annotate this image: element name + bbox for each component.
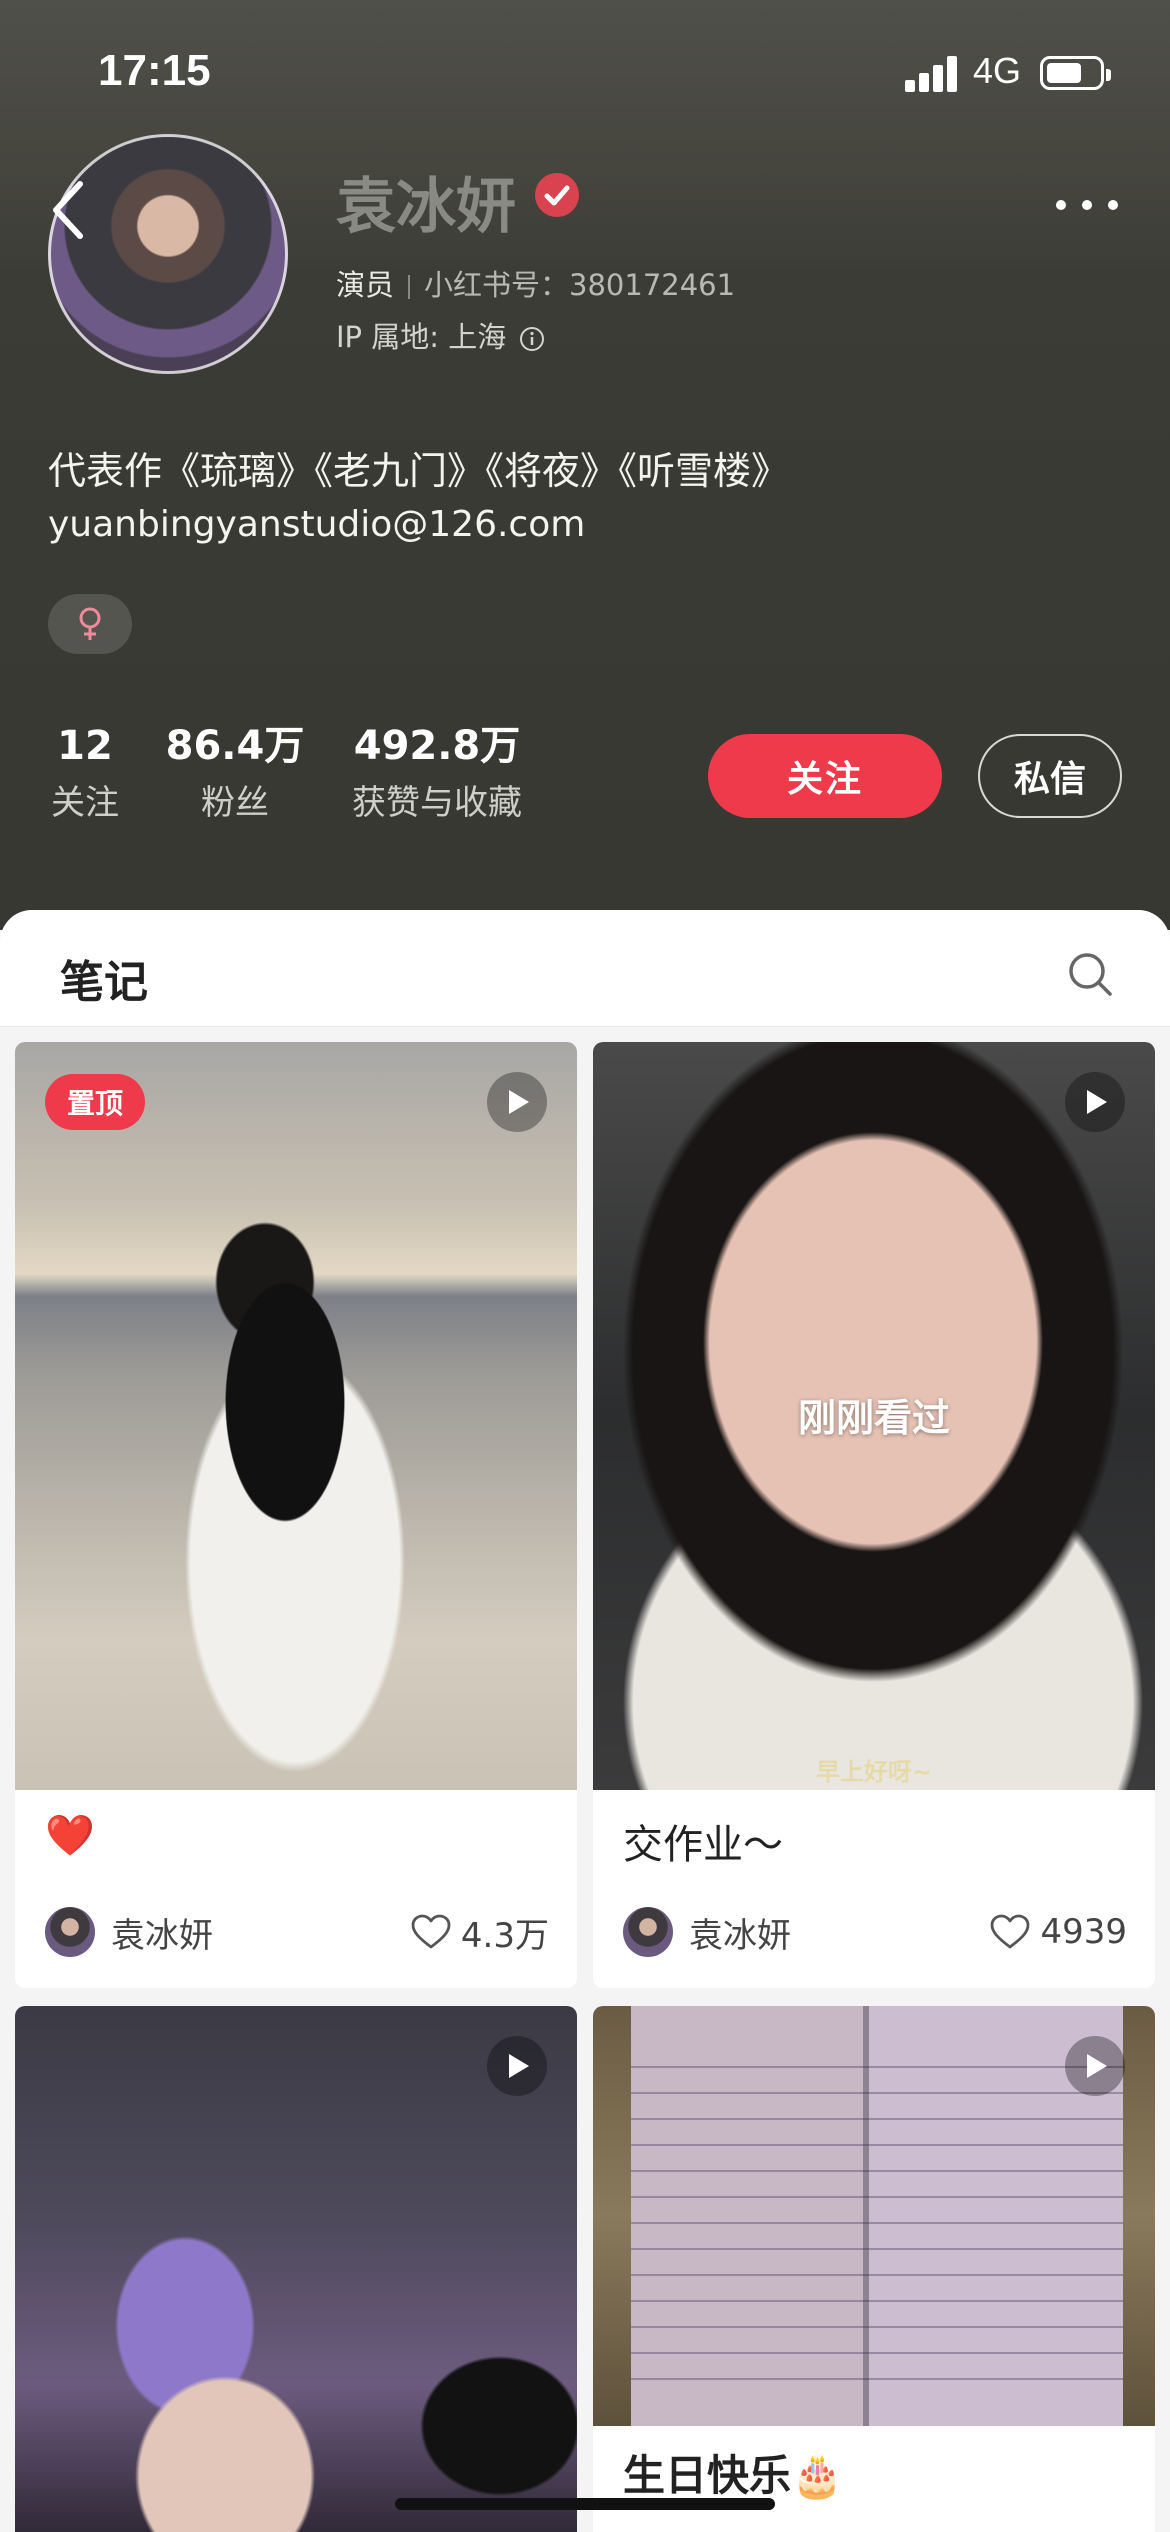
stat-value: 86.4万 bbox=[165, 723, 305, 769]
note-cover-image bbox=[15, 1042, 577, 1790]
note-cover-image bbox=[15, 2006, 577, 2532]
gender-tag bbox=[48, 594, 132, 654]
more-options-button[interactable] bbox=[1054, 190, 1124, 220]
video-play-icon bbox=[1065, 2036, 1125, 2096]
video-play-icon bbox=[487, 1072, 547, 1132]
notes-tabbar: 笔记 bbox=[0, 910, 1170, 1027]
recently-viewed-label: 刚刚看过 bbox=[797, 1396, 950, 1440]
message-button[interactable]: 私信 bbox=[978, 734, 1122, 818]
profile-role: 演员 bbox=[336, 268, 395, 302]
like-button[interactable]: 4939 bbox=[990, 1904, 1127, 1960]
ip-location-label: IP 属地: 上海 bbox=[336, 320, 507, 354]
stat-label: 获赞与收藏 bbox=[352, 783, 522, 823]
stat-following[interactable]: 12 关注 bbox=[48, 718, 122, 828]
video-play-icon bbox=[487, 2036, 547, 2096]
stat-label: 关注 bbox=[51, 783, 119, 823]
search-icon bbox=[1069, 953, 1112, 996]
stat-likes-collections[interactable]: 492.8万 获赞与收藏 bbox=[342, 718, 532, 828]
stat-label: 粉丝 bbox=[201, 783, 269, 823]
xhs-id-label: 小红书号： bbox=[424, 268, 570, 302]
handwritten-letter bbox=[631, 2042, 1123, 2384]
note-author[interactable]: 袁冰妍 bbox=[45, 1904, 213, 1960]
follow-button[interactable]: 关注 bbox=[708, 734, 942, 818]
back-button[interactable] bbox=[40, 170, 100, 250]
search-button[interactable] bbox=[1066, 950, 1114, 998]
ip-location: IP 属地: 上海 bbox=[336, 314, 546, 356]
profile-email: yuanbingyanstudio@126.com bbox=[48, 504, 586, 545]
female-icon bbox=[79, 607, 101, 640]
author-name: 袁冰妍 bbox=[689, 1915, 791, 1956]
note-title: ❤️ bbox=[45, 1813, 95, 1859]
info-icon[interactable] bbox=[518, 325, 546, 353]
status-bar: 17:15 4G bbox=[0, 0, 1170, 140]
cover-caption: 早上好呀~ bbox=[815, 1758, 933, 1786]
battery-icon bbox=[1040, 56, 1111, 90]
chevron-left-icon bbox=[53, 181, 83, 239]
stat-followers[interactable]: 86.4万 粉丝 bbox=[160, 718, 310, 828]
profile-header: 17:15 4G 袁冰妍 演员小红书号：380172461 IP 属地: 上海 bbox=[0, 0, 1170, 930]
note-title: 生日快乐🎂 bbox=[623, 2451, 844, 2500]
like-count: 4.3万 bbox=[460, 1915, 549, 1956]
tab-notes[interactable]: 笔记 bbox=[60, 946, 148, 1010]
note-title: 交作业～ bbox=[623, 1822, 783, 1868]
cellular-signal-icon bbox=[905, 56, 959, 92]
note-card[interactable] bbox=[15, 2006, 577, 2532]
video-play-icon bbox=[1065, 1072, 1125, 1132]
note-card[interactable]: 生日快乐🎂 bbox=[593, 2006, 1155, 2532]
verified-badge-icon bbox=[535, 173, 579, 217]
like-count: 4939 bbox=[1040, 1912, 1127, 1952]
heart-icon bbox=[411, 1914, 451, 1949]
author-avatar bbox=[45, 1907, 95, 1957]
heart-icon bbox=[991, 1914, 1030, 1949]
network-type: 4G bbox=[973, 50, 1022, 91]
profile-meta: 演员 小红书号：380172461 bbox=[336, 262, 735, 304]
home-indicator[interactable] bbox=[395, 2498, 775, 2510]
author-avatar bbox=[623, 1907, 673, 1957]
xhs-id[interactable]: 380172461 bbox=[569, 268, 735, 302]
profile-bio: 代表作《琉璃》《老九门》《将夜》《听雪楼》 bbox=[48, 449, 790, 493]
note-card[interactable]: 置顶 ❤️ 袁冰妍 4.3万 bbox=[15, 1042, 577, 1988]
stat-value: 492.8万 bbox=[353, 723, 521, 769]
note-author[interactable]: 袁冰妍 bbox=[623, 1904, 791, 1960]
pinned-badge: 置顶 bbox=[45, 1074, 145, 1130]
profile-name: 袁冰妍 bbox=[336, 172, 516, 242]
notes-panel: 笔记 置顶 ❤️ 袁冰妍 4.3万 刚刚看过 早上好呀~ 交作业～ 袁冰妍 49… bbox=[0, 910, 1170, 2532]
status-time: 17:15 bbox=[98, 46, 211, 95]
like-button[interactable]: 4.3万 bbox=[411, 1904, 549, 1960]
stat-value: 12 bbox=[57, 723, 113, 769]
note-card[interactable]: 刚刚看过 早上好呀~ 交作业～ 袁冰妍 4939 bbox=[593, 1042, 1155, 1988]
author-name: 袁冰妍 bbox=[111, 1915, 213, 1956]
